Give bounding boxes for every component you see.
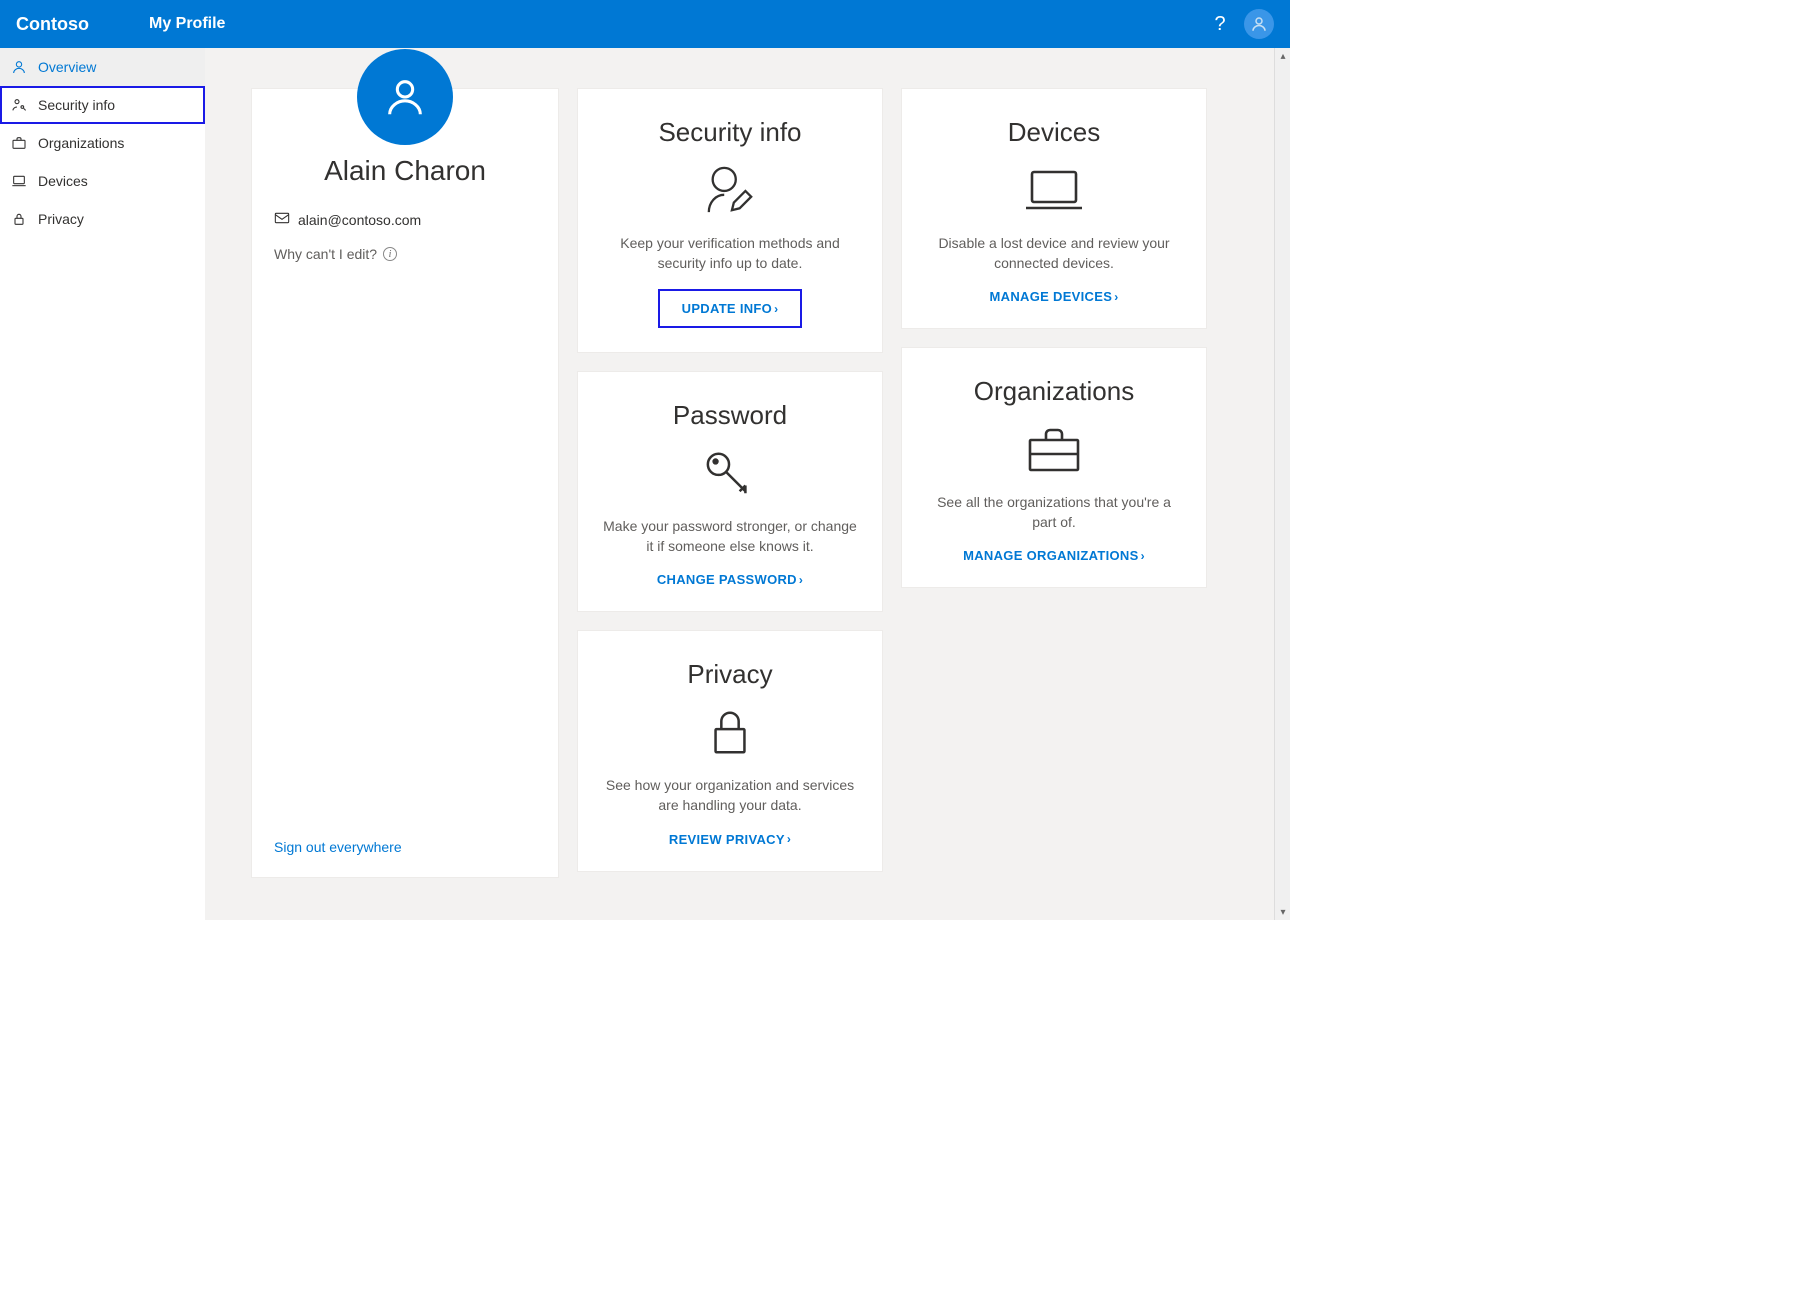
- sidebar-item-privacy[interactable]: Privacy: [0, 200, 205, 238]
- person-key-icon: [10, 96, 28, 114]
- profile-avatar: [357, 49, 453, 145]
- sidebar-item-label: Organizations: [38, 135, 124, 151]
- card-desc: Keep your verification methods and secur…: [600, 234, 860, 273]
- password-card: Password Make your password stronger, or…: [577, 371, 883, 612]
- card-title: Password: [673, 400, 787, 431]
- chevron-right-icon: ›: [774, 302, 778, 316]
- key-icon: [701, 445, 759, 501]
- chevron-right-icon: ›: [1141, 549, 1145, 563]
- sidebar-item-security-info[interactable]: Security info: [0, 86, 205, 124]
- sidebar-item-overview[interactable]: Overview: [0, 48, 205, 86]
- organizations-card: Organizations See all the organizations …: [901, 347, 1207, 588]
- person-icon: [10, 58, 28, 76]
- lock-icon: [10, 210, 28, 228]
- mail-icon: [274, 211, 290, 228]
- main-content: Alain Charon alain@contoso.com Why can't…: [205, 48, 1290, 920]
- card-desc: See all the organizations that you're a …: [924, 493, 1184, 532]
- why-cant-edit[interactable]: Why can't I edit? i: [274, 246, 397, 262]
- card-desc: Disable a lost device and review your co…: [924, 234, 1184, 273]
- card-title: Organizations: [974, 376, 1134, 407]
- card-title: Devices: [1008, 117, 1100, 148]
- help-icon[interactable]: ?: [1204, 8, 1236, 40]
- briefcase-icon: [10, 134, 28, 152]
- laptop-icon: [1022, 162, 1086, 218]
- card-desc: See how your organization and services a…: [600, 776, 860, 815]
- user-avatar[interactable]: [1244, 9, 1274, 39]
- lock-icon: [705, 704, 755, 760]
- card-title: Privacy: [687, 659, 772, 690]
- sidebar-item-devices[interactable]: Devices: [0, 162, 205, 200]
- person-edit-icon: [701, 162, 759, 218]
- sidebar-item-label: Overview: [38, 59, 96, 75]
- card-title: Security info: [658, 117, 801, 148]
- page-title: My Profile: [149, 15, 225, 33]
- card-desc: Make your password stronger, or change i…: [600, 517, 860, 556]
- sign-out-everywhere-link[interactable]: Sign out everywhere: [274, 839, 402, 855]
- sidebar-item-label: Privacy: [38, 211, 84, 227]
- scrollbar[interactable]: ▴ ▾: [1274, 48, 1290, 920]
- review-privacy-link[interactable]: REVIEW PRIVACY ›: [669, 832, 791, 847]
- profile-name: Alain Charon: [274, 155, 536, 187]
- scroll-down-arrow[interactable]: ▾: [1275, 904, 1291, 920]
- devices-card: Devices Disable a lost device and review…: [901, 88, 1207, 329]
- manage-devices-link[interactable]: MANAGE DEVICES ›: [990, 289, 1119, 304]
- profile-card: Alain Charon alain@contoso.com Why can't…: [251, 88, 559, 878]
- briefcase-icon: [1024, 421, 1084, 477]
- sidebar-item-label: Devices: [38, 173, 88, 189]
- brand-label: Contoso: [16, 14, 89, 35]
- profile-email: alain@contoso.com: [298, 212, 421, 228]
- security-info-card: Security info Keep your verification met…: [577, 88, 883, 353]
- chevron-right-icon: ›: [1114, 290, 1118, 304]
- chevron-right-icon: ›: [799, 573, 803, 587]
- privacy-card: Privacy See how your organization and se…: [577, 630, 883, 871]
- sidebar: Overview Security info Organizations Dev…: [0, 48, 205, 920]
- update-info-button[interactable]: UPDATE INFO ›: [658, 289, 803, 328]
- header-bar: Contoso My Profile ?: [0, 0, 1290, 48]
- laptop-icon: [10, 172, 28, 190]
- sidebar-item-organizations[interactable]: Organizations: [0, 124, 205, 162]
- chevron-right-icon: ›: [787, 832, 791, 846]
- change-password-link[interactable]: CHANGE PASSWORD ›: [657, 572, 803, 587]
- sidebar-item-label: Security info: [38, 97, 115, 113]
- info-icon: i: [383, 247, 397, 261]
- manage-organizations-link[interactable]: MANAGE ORGANIZATIONS ›: [963, 548, 1145, 563]
- scroll-up-arrow[interactable]: ▴: [1275, 48, 1291, 64]
- profile-email-row: alain@contoso.com: [274, 211, 421, 228]
